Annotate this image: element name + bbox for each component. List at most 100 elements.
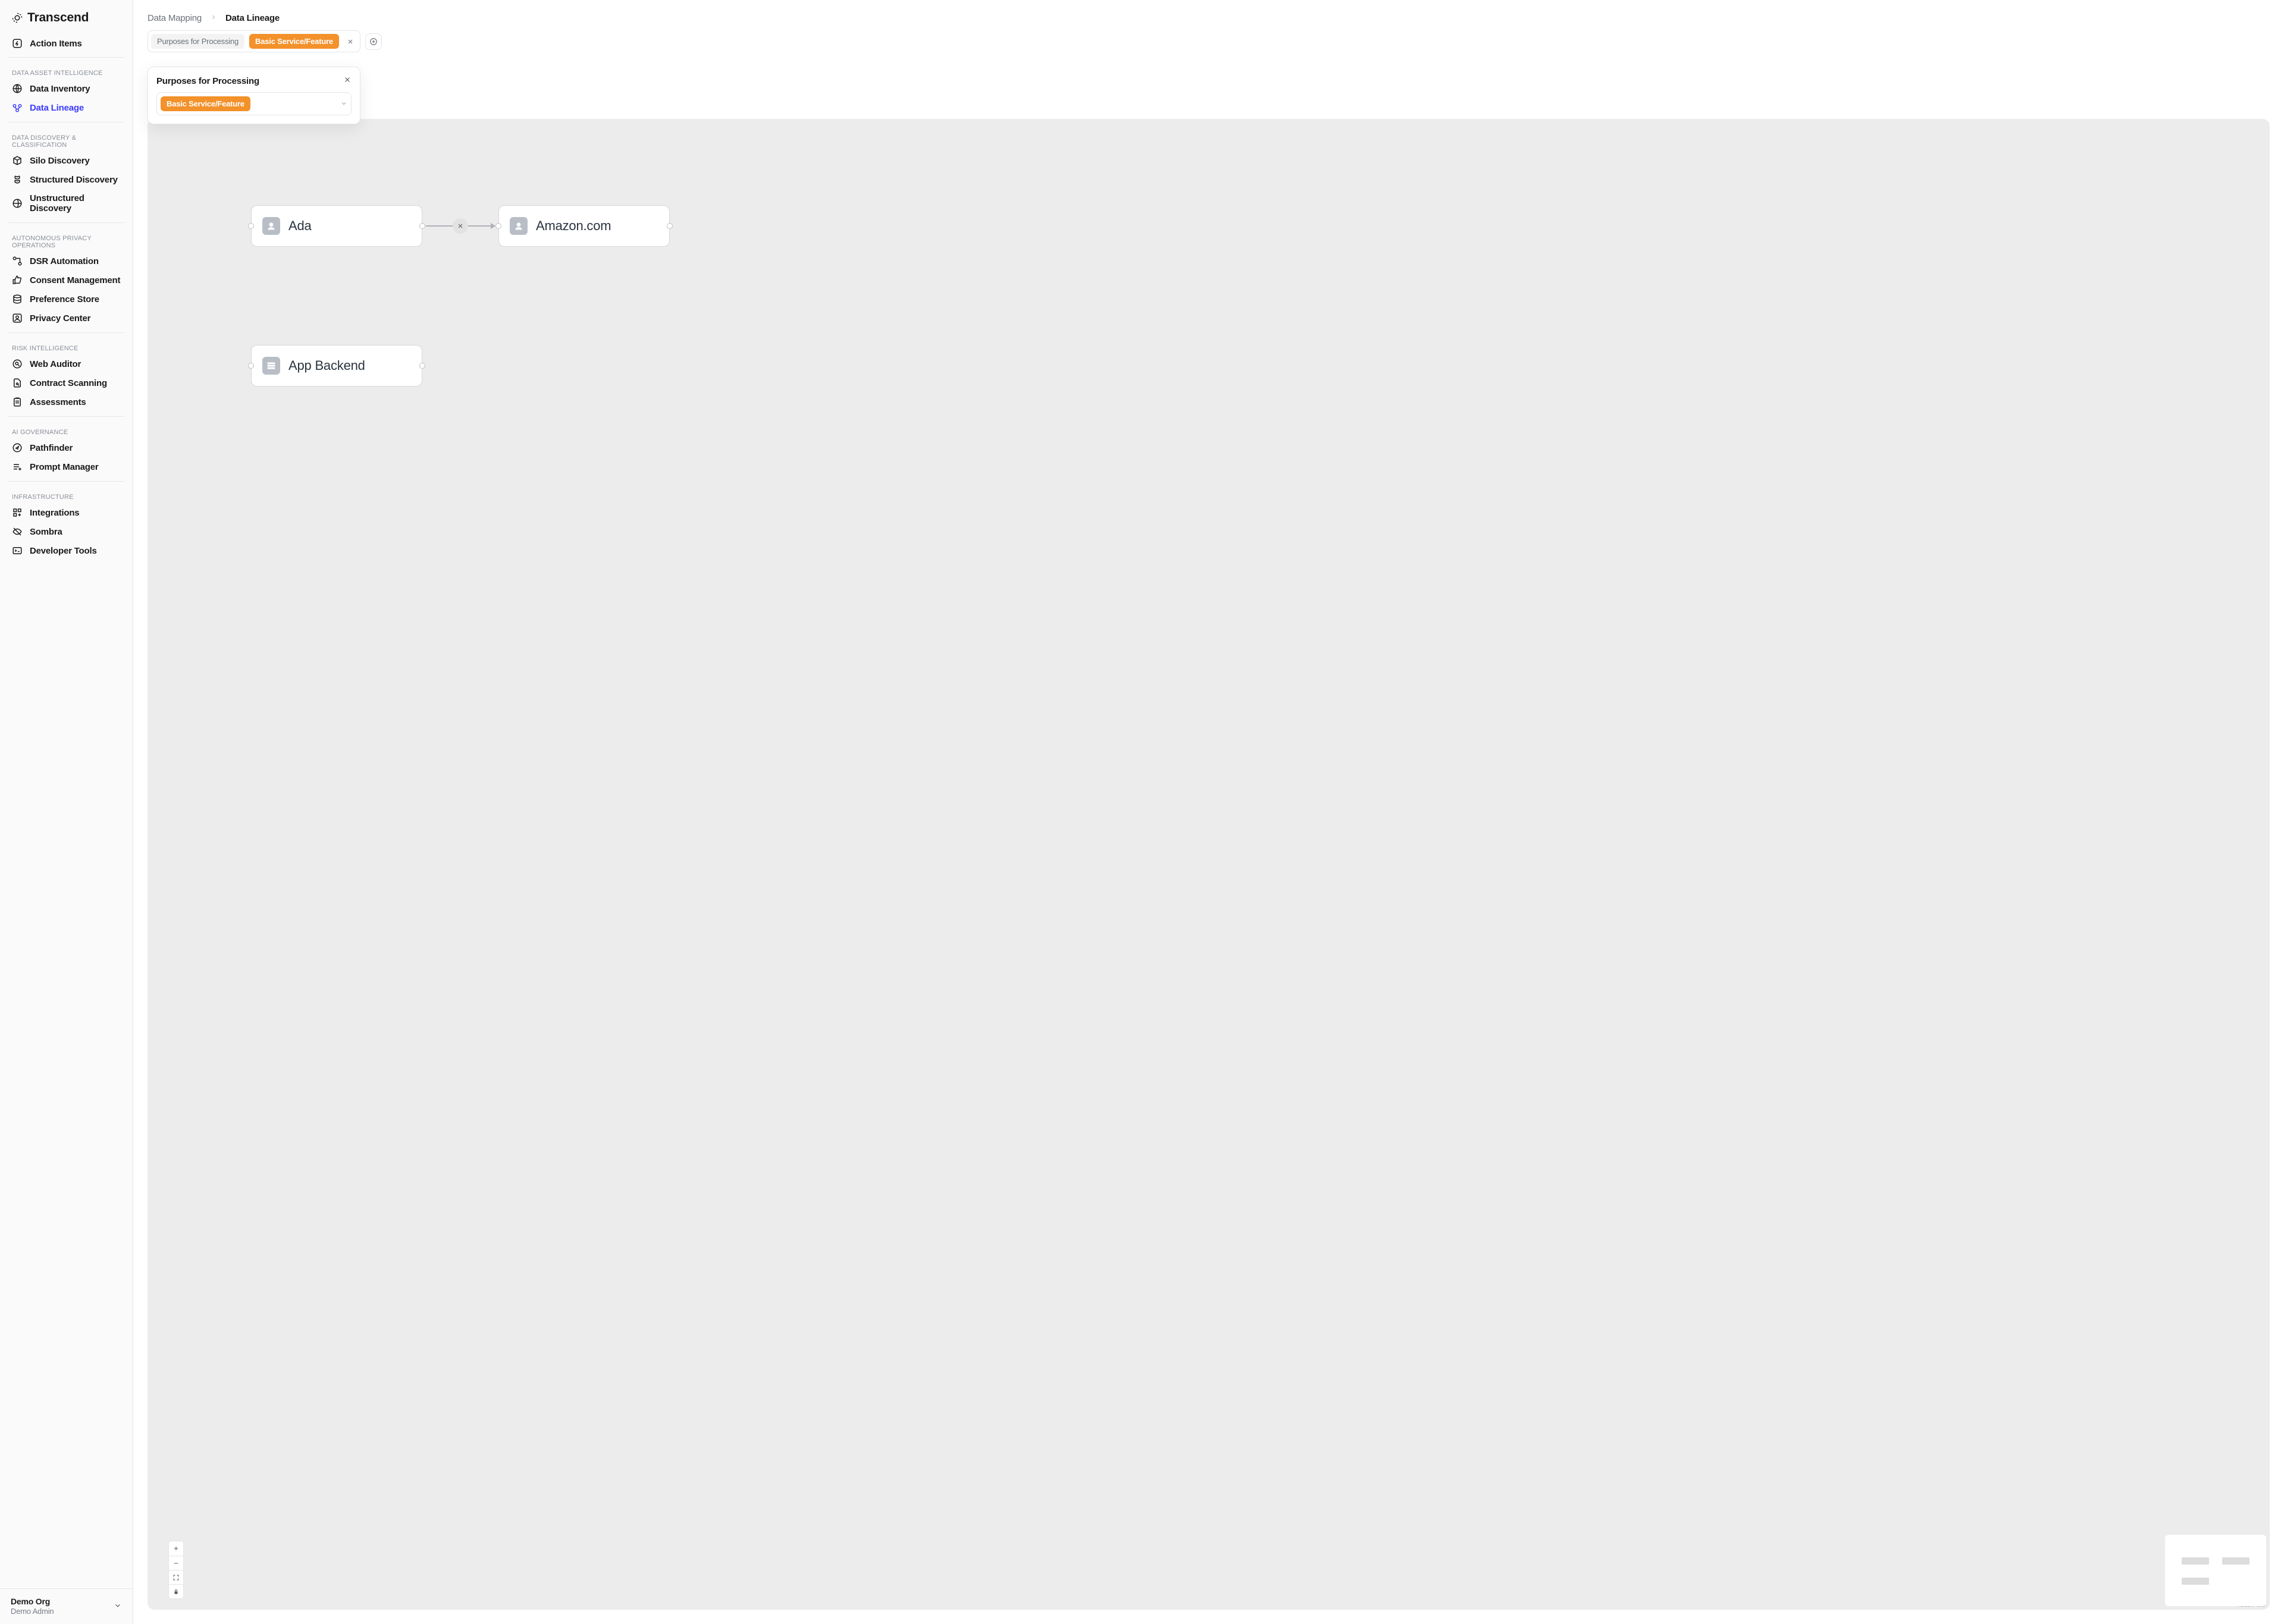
search-circle-icon [12,359,23,369]
nav-prompt-manager[interactable]: Prompt Manager [8,457,124,476]
action-items-label: Action Items [30,39,82,49]
node-amazon[interactable]: Amazon.com [498,205,670,247]
nav-assessments[interactable]: Assessments [8,392,124,412]
filter-chip-remove[interactable] [344,35,357,48]
chevron-down-icon [114,84,121,94]
group-header: INFRASTRUCTURE [8,489,124,503]
nav-web-auditor[interactable]: Web Auditor [8,354,124,373]
node-handle[interactable] [419,363,425,369]
nav-label: Privacy Center [30,313,90,323]
nav-label: Structured Discovery [30,175,118,185]
filter-row: Purposes for Processing Basic Service/Fe… [133,30,2284,52]
brand-logo-icon [12,12,23,23]
nav-sombra[interactable]: Sombra [8,522,124,541]
node-handle[interactable] [495,223,501,229]
node-handle[interactable] [667,223,673,229]
list-icon [262,357,280,375]
nav-label: Preference Store [30,294,99,304]
fit-view-button[interactable] [169,1570,183,1584]
org-switcher[interactable]: Demo Org Demo Admin [0,1588,133,1624]
nav-label: Prompt Manager [30,462,99,472]
divider [8,57,124,58]
nav-silo-discovery[interactable]: Silo Discovery [8,151,124,170]
nav-contract-scanning[interactable]: Contract Scanning [8,373,124,392]
nav-label: Pathfinder [30,443,73,453]
sidebar-group: AI GOVERNANCE Pathfinder Prompt Manager [0,420,133,478]
close-icon[interactable] [343,76,352,86]
terminal-icon [12,545,23,556]
node-ada[interactable]: Ada [251,205,422,247]
divider [8,481,124,482]
group-header: AI GOVERNANCE [8,424,124,438]
zoom-out-button[interactable] [169,1556,183,1570]
divider [8,332,124,333]
nav-label: Integrations [30,508,79,518]
chevron-down-icon [114,1601,122,1612]
nav-label: Contract Scanning [30,378,107,388]
group-header: DATA DISCOVERY & CLASSIFICATION [8,130,124,151]
group-header: DATA ASSET INTELLIGENCE [8,65,124,79]
edge-delete-button[interactable] [453,218,468,234]
divider [8,222,124,223]
lineage-canvas[interactable]: Ada Amazon.com App Backend [148,119,2270,1610]
nav-developer-tools[interactable]: Developer Tools [8,541,124,560]
nav-dsr-automation[interactable]: DSR Automation [8,252,124,271]
person-icon [262,217,280,235]
crumb-data-mapping[interactable]: Data Mapping [148,13,202,23]
nav-label: Developer Tools [30,546,97,556]
nav-structured-discovery[interactable]: Structured Discovery [8,170,124,189]
file-search-icon [12,378,23,388]
database-icon [12,294,23,304]
filter-chip[interactable]: Purposes for Processing Basic Service/Fe… [148,30,360,52]
brand-name: Transcend [27,11,89,25]
filter-select[interactable]: Basic Service/Feature [156,92,352,115]
nav-data-inventory[interactable]: Data Inventory [8,79,124,98]
clipboard-icon [12,397,23,407]
main: Data Mapping Data Lineage Purposes for P… [133,0,2284,1624]
node-handle[interactable] [248,363,254,369]
canvas-controls [168,1541,184,1599]
nav-preference-store[interactable]: Preference Store [8,290,124,309]
nav-label: Data Lineage [30,103,84,113]
user-name: Demo Admin [11,1607,54,1617]
node-handle[interactable] [419,223,425,229]
nav-label: Silo Discovery [30,156,90,166]
nav-label: Data Inventory [30,84,90,94]
sidebar-group: RISK INTELLIGENCE Web Auditor Contract S… [0,337,133,413]
node-handle[interactable] [248,223,254,229]
add-filter-button[interactable] [367,35,380,48]
nav-integrations[interactable]: Integrations [8,503,124,522]
compass-icon [12,442,23,453]
filter-popover: Purposes for Processing Basic Service/Fe… [148,67,360,124]
sidebar-group: INFRASTRUCTURE Integrations Sombra Devel… [0,485,133,561]
node-app-backend[interactable]: App Backend [251,345,422,387]
brand[interactable]: Transcend [0,0,133,33]
node-label: Amazon.com [536,218,611,234]
filter-chip-label: Purposes for Processing [151,34,244,49]
nav-label: Web Auditor [30,359,81,369]
nav-label: Sombra [30,527,62,537]
nav-consent-management[interactable]: Consent Management [8,271,124,290]
workflow-icon [12,256,23,266]
nav-unstructured-discovery[interactable]: Unstructured Discovery [8,189,124,218]
node-label: App Backend [288,358,365,373]
nav-data-lineage[interactable]: Data Lineage [8,98,124,117]
filter-chip-tag: Basic Service/Feature [249,34,339,49]
lock-button[interactable] [169,1584,183,1598]
nav-pathfinder[interactable]: Pathfinder [8,438,124,457]
chevron-down-icon [340,99,347,109]
list-plus-icon [12,461,23,472]
chevron-right-icon [210,13,217,23]
bolt-icon [12,38,23,49]
crumb-data-lineage[interactable]: Data Lineage [225,13,280,23]
nav-label: Consent Management [30,275,120,285]
group-header: RISK INTELLIGENCE [8,340,124,354]
nav-label: Assessments [30,397,86,407]
minimap[interactable] [2165,1535,2266,1606]
globe-icon [12,83,23,94]
nav-privacy-center[interactable]: Privacy Center [8,309,124,328]
sidebar-group: DATA DISCOVERY & CLASSIFICATION Silo Dis… [0,126,133,219]
action-items[interactable]: Action Items [0,33,133,54]
sidebar: Transcend Action Items DATA ASSET INTELL… [0,0,133,1624]
zoom-in-button[interactable] [169,1541,183,1556]
